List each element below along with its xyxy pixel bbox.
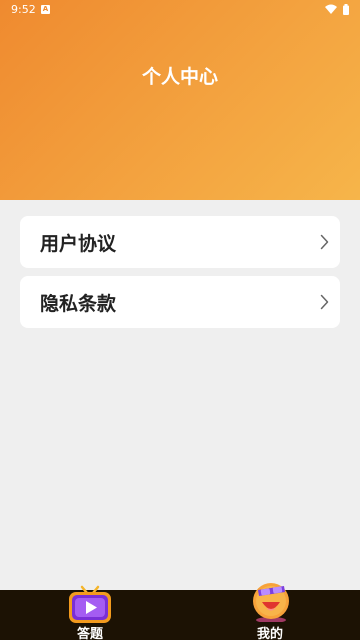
tv-play-icon (69, 585, 111, 623)
tab-quiz[interactable]: 答题 (45, 585, 135, 640)
tab-mine[interactable]: 我的 (225, 583, 315, 640)
status-bar: 9:52 A (0, 0, 360, 20)
chevron-right-icon (320, 234, 329, 250)
tab-label: 我的 (256, 627, 283, 640)
menu-item-label: 隐私条款 (40, 293, 117, 315)
battery-icon (343, 4, 349, 15)
menu-item-user-agreement[interactable]: 用户协议 (20, 216, 340, 268)
chevron-right-icon (320, 294, 329, 310)
header-banner: 9:52 A 个人中心 (0, 0, 360, 200)
smiley-sunglasses-icon (253, 583, 289, 622)
menu-item-label: 用户协议 (40, 233, 117, 255)
notification-icon: A (41, 5, 50, 14)
menu-item-privacy-policy[interactable]: 隐私条款 (20, 276, 340, 328)
tab-label: 答题 (76, 627, 103, 640)
wifi-icon (325, 4, 337, 14)
bottom-tab-bar: 答题 我的 (0, 583, 360, 640)
page-title: 个人中心 (141, 66, 218, 88)
status-time: 9:52 (11, 3, 36, 16)
